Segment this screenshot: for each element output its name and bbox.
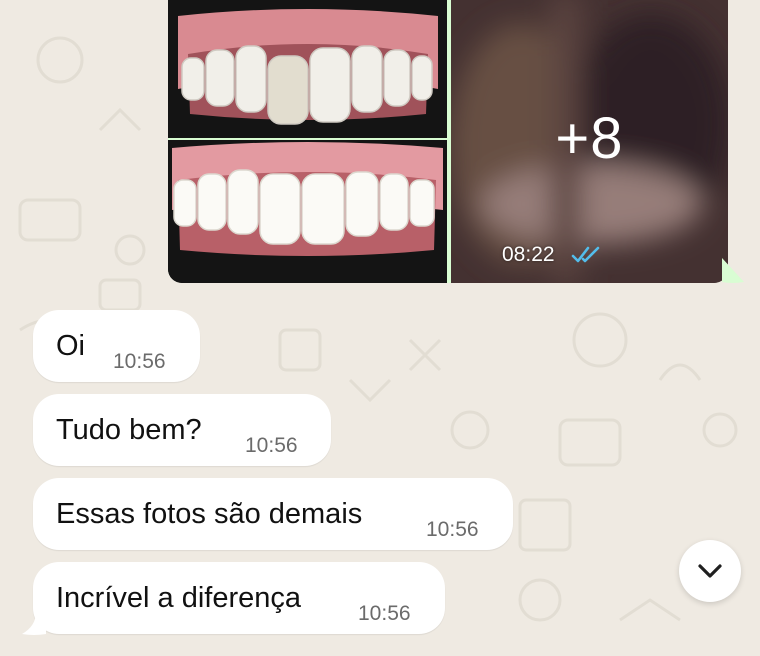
chevron-down-icon [698, 564, 722, 578]
message-text: Tudo bem? [56, 414, 202, 446]
media-timestamp: 08:22 [502, 243, 555, 266]
outgoing-bubble-tail [722, 258, 744, 283]
message-time: 10:56 [426, 518, 479, 541]
outgoing-media-bubble[interactable]: +8 08:22 [168, 0, 728, 283]
message-time: 10:56 [245, 434, 298, 457]
photo-after[interactable] [168, 140, 447, 283]
scroll-to-bottom-button[interactable] [679, 540, 741, 602]
message-bubble[interactable]: Tudo bem? 10:56 [33, 394, 331, 466]
photo-before[interactable] [168, 0, 447, 138]
message-bubble[interactable]: Incrível a diferença 10:56 [33, 562, 445, 634]
message-bubble[interactable]: Essas fotos são demais 10:56 [33, 478, 513, 550]
incoming-bubble-tail [22, 612, 46, 635]
message-text: Oi [56, 330, 85, 362]
double-check-read-icon [571, 246, 600, 263]
teeth-photo-after [168, 140, 447, 283]
message-bubble[interactable]: Oi 10:56 [33, 310, 200, 382]
message-text: Incrível a diferença [56, 582, 302, 614]
message-time: 10:56 [113, 350, 166, 373]
more-photos-count[interactable]: +8 [451, 0, 728, 283]
message-text: Essas fotos são demais [56, 498, 363, 530]
teeth-photo-before [168, 0, 447, 138]
message-time: 10:56 [358, 602, 411, 625]
